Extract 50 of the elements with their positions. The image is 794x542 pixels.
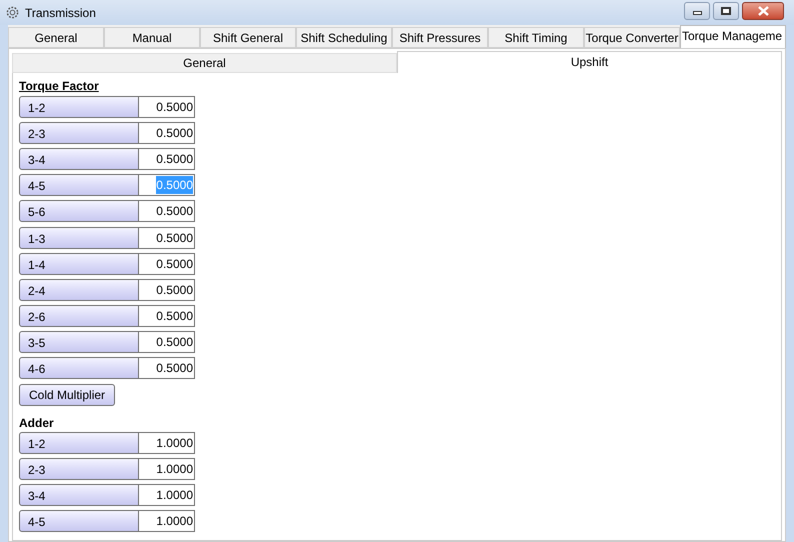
- maximize-icon: [721, 6, 731, 14]
- value-field[interactable]: 0.5000: [139, 96, 195, 118]
- value-field[interactable]: 1.0000: [139, 432, 195, 454]
- minimize-button[interactable]: [684, 2, 710, 20]
- tab[interactable]: Shift General: [200, 27, 296, 48]
- close-icon: [758, 6, 768, 16]
- row-label-button[interactable]: 4-5: [19, 174, 139, 196]
- tab[interactable]: Torque Manageme: [680, 25, 786, 48]
- row-label-button[interactable]: 3-4: [19, 148, 139, 170]
- row-label-button[interactable]: 2-6: [19, 305, 139, 327]
- tab[interactable]: General: [8, 27, 104, 48]
- row-label-button[interactable]: 3-5: [19, 331, 139, 353]
- value-field[interactable]: 1.0000: [139, 510, 195, 532]
- tab[interactable]: Shift Pressures: [392, 27, 488, 48]
- value-field[interactable]: 0.5000: [139, 279, 195, 301]
- tab[interactable]: Shift Timing: [488, 27, 584, 48]
- value-field[interactable]: 0.5000: [139, 253, 195, 275]
- value-field[interactable]: 1.0000: [139, 484, 195, 506]
- row-label-button[interactable]: 1-2: [19, 96, 139, 118]
- value-field[interactable]: 0.5000: [139, 305, 195, 327]
- value-field[interactable]: 0.5000: [139, 200, 195, 222]
- subtab[interactable]: Upshift: [397, 51, 782, 73]
- section-heading: Torque Factor: [19, 78, 100, 93]
- minimize-icon: [692, 10, 702, 14]
- row-label-button[interactable]: 4-5: [19, 510, 139, 532]
- row-label-button[interactable]: 5-6: [19, 200, 139, 222]
- value-field[interactable]: 0.5000: [139, 331, 195, 353]
- subtab[interactable]: General: [12, 53, 397, 73]
- value-field[interactable]: 0.5000: [139, 122, 195, 144]
- cold-multiplier-button[interactable]: Cold Multiplier: [19, 384, 116, 406]
- close-button[interactable]: [742, 2, 784, 20]
- row-label-button[interactable]: 3-4: [19, 484, 139, 506]
- row-label-button[interactable]: 1-4: [19, 253, 139, 275]
- row-label-button[interactable]: 1-3: [19, 227, 139, 249]
- value-field[interactable]: 0.5000: [139, 148, 195, 170]
- tab[interactable]: Manual: [104, 27, 200, 48]
- tab[interactable]: Torque Converter: [584, 27, 680, 48]
- tab[interactable]: Shift Scheduling: [296, 27, 392, 48]
- row-label-button[interactable]: 4-6: [19, 357, 139, 379]
- row-label-button[interactable]: 2-4: [19, 279, 139, 301]
- section-heading: Adder: [19, 415, 55, 430]
- row-label-button[interactable]: 2-3: [19, 122, 139, 144]
- row-label-button[interactable]: 1-2: [19, 432, 139, 454]
- value-field[interactable]: 0.5000: [139, 227, 195, 249]
- window-title: Transmission: [25, 4, 96, 22]
- gear-icon: [6, 6, 19, 19]
- maximize-button[interactable]: [713, 2, 739, 20]
- value-field[interactable]: 0.5000: [139, 357, 195, 379]
- value-field[interactable]: 1.0000: [139, 458, 195, 480]
- row-label-button[interactable]: 2-3: [19, 458, 139, 480]
